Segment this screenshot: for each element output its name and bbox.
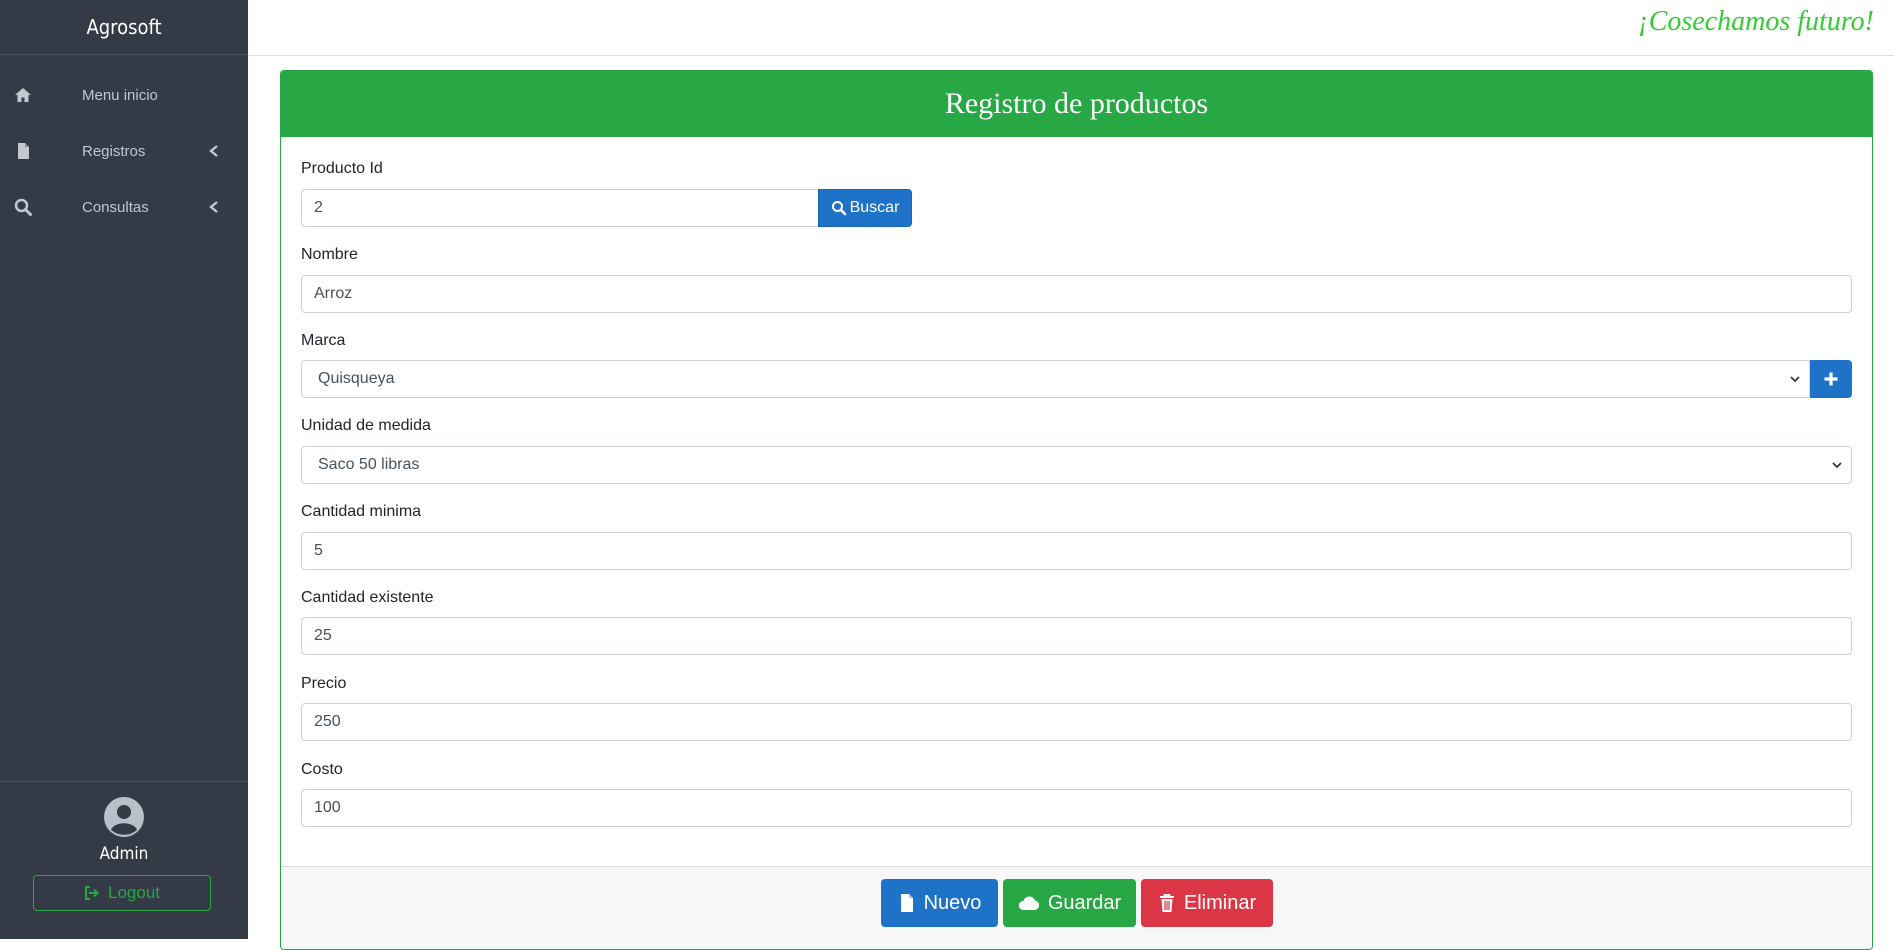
- precio-label: Precio: [301, 675, 347, 692]
- nombre-input[interactable]: Arroz: [301, 275, 1852, 313]
- costo-input[interactable]: 100: [301, 789, 1852, 827]
- guardar-label: Guardar: [1047, 891, 1122, 914]
- brand-logo[interactable]: Agrosoft: [0, 0, 248, 55]
- sidebar-item-label: Menu inicio: [82, 86, 158, 104]
- marca-selected-value: Quisqueya: [318, 370, 395, 387]
- sign-out-icon: [85, 886, 99, 900]
- slogan: ¡Cosechamos futuro!: [1637, 6, 1874, 37]
- home-icon: [15, 88, 31, 102]
- cloud-icon: [1018, 896, 1039, 910]
- cantidad-minima-label: Cantidad minima: [301, 503, 422, 520]
- unidad-selected-value: Saco 50 libras: [318, 456, 420, 473]
- search-icon: [831, 201, 846, 216]
- logout-button[interactable]: Logout: [33, 875, 211, 911]
- cantidad-minima-input[interactable]: 5: [301, 532, 1852, 570]
- avatar: [104, 797, 144, 837]
- sidebar-item-menu-inicio[interactable]: Menu inicio: [0, 67, 248, 123]
- search-icon: [14, 198, 32, 216]
- guardar-button[interactable]: Guardar: [1003, 879, 1136, 927]
- eliminar-label: Eliminar: [1183, 891, 1257, 914]
- unidad-select[interactable]: Saco 50 libras: [301, 446, 1852, 484]
- producto-id-input[interactable]: 2: [301, 189, 819, 227]
- chevron-left-icon: [209, 145, 218, 157]
- costo-label: Costo: [301, 761, 343, 778]
- chevron-left-icon: [209, 201, 218, 213]
- sidebar-item-registros[interactable]: Registros: [0, 123, 248, 179]
- file-icon: [18, 143, 29, 159]
- sidebar-user-panel: Admin Logout: [0, 781, 248, 939]
- marca-select[interactable]: Quisqueya: [301, 360, 1810, 398]
- trash-icon: [1159, 894, 1174, 912]
- top-navbar: ¡Cosechamos futuro!: [248, 0, 1894, 56]
- logout-label: Logout: [108, 883, 160, 902]
- sidebar-item-label: Consultas: [82, 198, 149, 216]
- precio-input[interactable]: 250: [301, 703, 1852, 741]
- chevron-down-icon: [1832, 462, 1842, 469]
- cantidad-existente-label: Cantidad existente: [301, 589, 434, 606]
- sidebar: Agrosoft Menu inicio Registros Consultas…: [0, 0, 248, 939]
- producto-id-label: Producto Id: [301, 160, 383, 177]
- buscar-label: Buscar: [849, 199, 900, 216]
- product-form-card: Registro de productos Producto Id 2 Busc…: [280, 70, 1873, 950]
- file-icon: [900, 894, 913, 912]
- cantidad-existente-input[interactable]: 25: [301, 617, 1852, 655]
- eliminar-button[interactable]: Eliminar: [1141, 879, 1273, 927]
- nuevo-label: Nuevo: [923, 891, 982, 914]
- chevron-down-icon: [1790, 376, 1800, 383]
- form-footer: Nuevo Guardar Eliminar: [281, 866, 1872, 949]
- unidad-label: Unidad de medida: [301, 417, 431, 434]
- add-marca-button[interactable]: [1810, 360, 1852, 398]
- nombre-label: Nombre: [301, 246, 358, 263]
- form-title: Registro de productos: [281, 71, 1872, 137]
- sidebar-item-consultas[interactable]: Consultas: [0, 179, 248, 235]
- buscar-button[interactable]: Buscar: [818, 189, 912, 227]
- user-name: Admin: [99, 844, 149, 864]
- plus-icon: [1824, 372, 1838, 386]
- sidebar-nav: Menu inicio Registros Consultas: [0, 55, 248, 235]
- marca-label: Marca: [301, 332, 346, 349]
- sidebar-item-label: Registros: [82, 142, 146, 160]
- nuevo-button[interactable]: Nuevo: [881, 879, 998, 927]
